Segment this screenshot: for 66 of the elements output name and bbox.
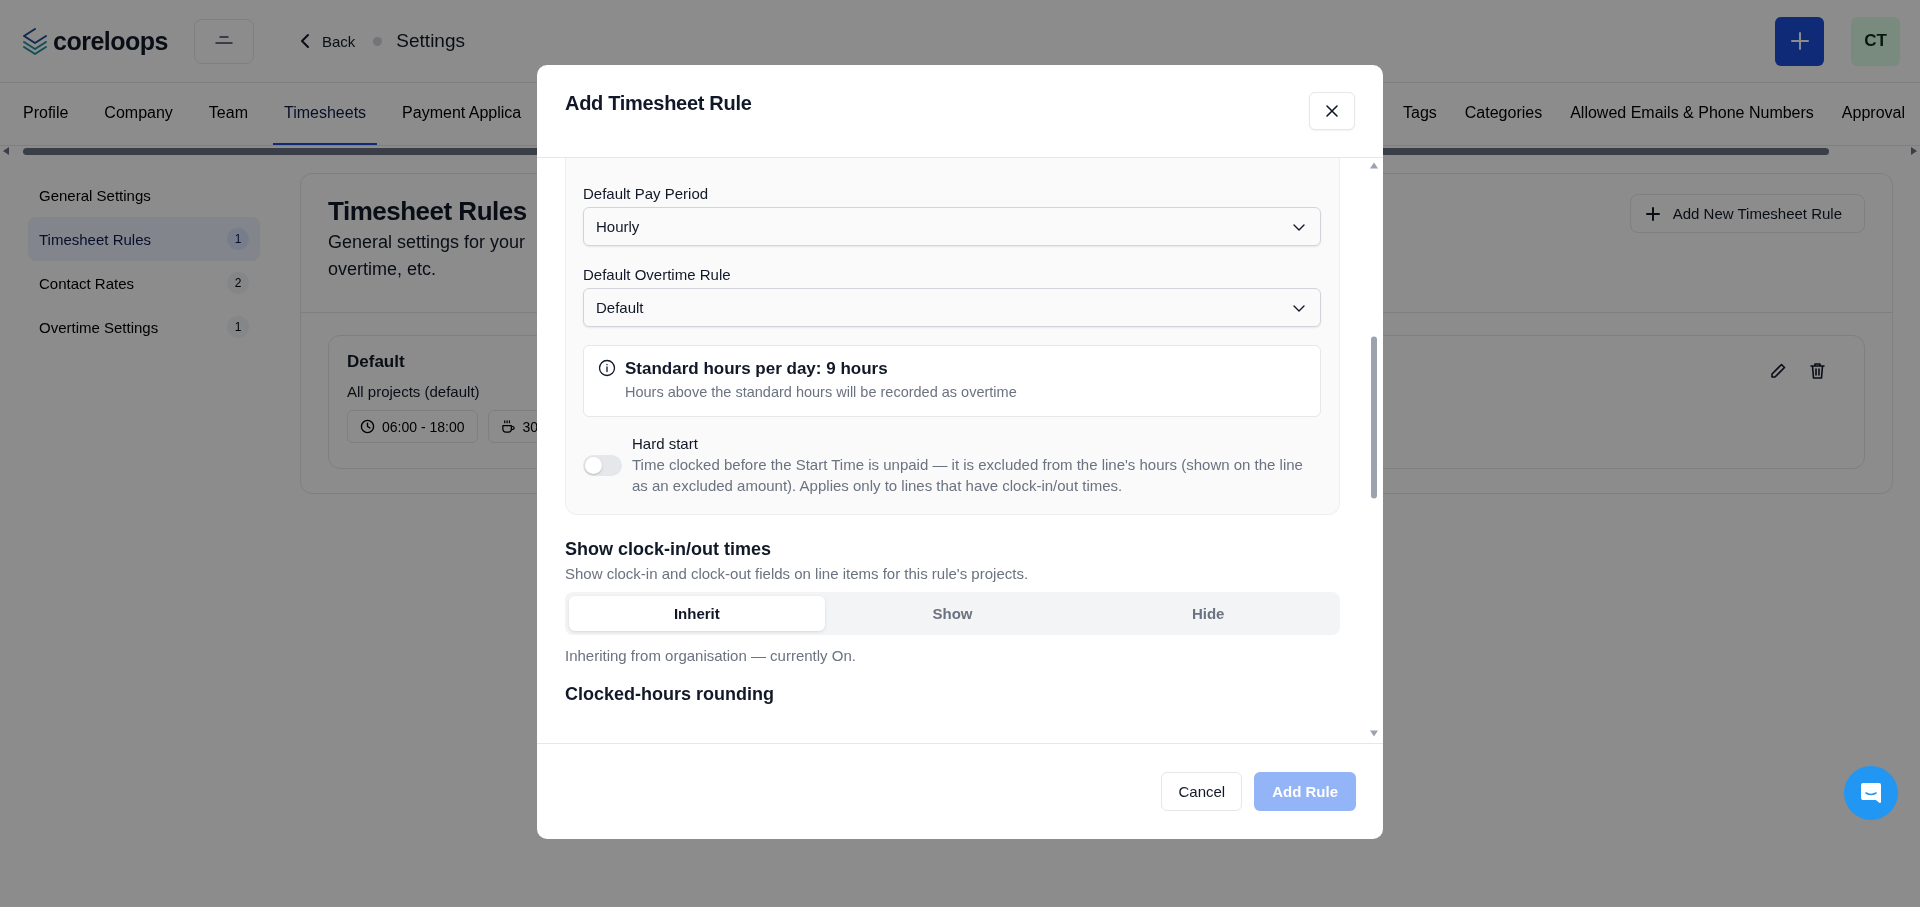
info-text: Hours above the standard hours will be recorded as overtime <box>625 384 1017 400</box>
settings-tab[interactable]: Allowed Emails & Phone Numbers <box>1559 83 1825 145</box>
info-icon <box>598 359 616 377</box>
toggle-switch[interactable] <box>583 455 622 476</box>
settings-tab[interactable]: Tags <box>1392 83 1448 145</box>
sidebar-item[interactable]: Timesheet Rules 1 <box>28 217 260 261</box>
sidebar-item[interactable]: Overtime Settings 1 <box>28 305 260 349</box>
breadcrumb-text: Settings <box>396 30 465 52</box>
panel-subtitle: General settings for your overtime, etc. <box>328 231 527 281</box>
count-badge: 2 <box>227 272 249 294</box>
settings-tab[interactable]: Team <box>197 83 259 145</box>
add-rule-button[interactable]: Add New Timesheet Rule <box>1629 194 1865 233</box>
settings-tab[interactable]: Profile <box>12 83 80 145</box>
dialog-title: Add Timesheet Rule <box>565 91 752 115</box>
scroll-left-arrow-icon <box>3 147 9 155</box>
section-description: Show clock-in and clock-out fields on line items for this rule's projects. <box>565 565 1030 582</box>
chat-button[interactable] <box>1844 766 1898 820</box>
trash-icon <box>1809 362 1826 380</box>
chat-bubble-icon <box>1859 781 1883 805</box>
settings-tab[interactable]: Categories <box>1453 83 1554 145</box>
scroll-right-arrow-icon <box>1911 147 1917 155</box>
toggle-description: Time clocked before the Start Time is unpaid — it is excluded from the line's hours (shown on the line as an excluded amount). Applies only to lines that have clock-in/out times. <box>632 455 1304 496</box>
rule-scope: All projects (default) <box>347 383 481 400</box>
brand-logo-text: coreloops <box>53 26 168 56</box>
settings-tab[interactable]: Approval <box>1830 83 1916 145</box>
inherit-note: Inheriting from organisation — currently On. <box>565 647 857 664</box>
sidebar-item-label: Timesheet Rules <box>39 230 151 248</box>
settings-tab[interactable]: Timesheets <box>272 83 378 145</box>
info-title: Standard hours per day: 9 hours <box>625 359 889 379</box>
close-button[interactable] <box>1309 92 1355 130</box>
section-title: Show clock-in/out times <box>565 539 773 560</box>
sidebar-item[interactable]: General Settings <box>28 173 260 217</box>
toggle-label: Hard start <box>632 435 699 452</box>
settings-tab[interactable]: Company <box>93 83 184 145</box>
layers-logo-icon <box>20 26 50 56</box>
add-button[interactable] <box>1775 16 1824 66</box>
segment-option[interactable]: Inherit <box>569 596 825 631</box>
section-title: Clocked-hours rounding <box>565 684 775 705</box>
separator-dot <box>373 36 383 46</box>
chevron-left-icon <box>298 32 312 50</box>
chip-text: 30 <box>522 418 539 435</box>
panel-title: Timesheet Rules <box>328 196 528 227</box>
cup-icon <box>500 419 516 434</box>
rule-name: Default <box>347 352 406 372</box>
count-badge: 1 <box>227 228 249 250</box>
segment-option[interactable]: Hide <box>1080 596 1336 631</box>
chip-text: 06:00 - 18:00 <box>382 418 465 435</box>
settings-tab[interactable]: Payment Applica <box>391 83 533 145</box>
cancel-button[interactable]: Cancel <box>1161 772 1243 811</box>
field-label: Default Pay Period <box>583 185 710 202</box>
select-field[interactable]: Hourly <box>583 207 1321 246</box>
sidebar-item-label: Contact Rates <box>39 274 135 292</box>
plus-icon <box>1644 205 1661 222</box>
user-avatar[interactable]: CT <box>1851 16 1900 66</box>
clock-icon <box>360 419 375 434</box>
plus-icon <box>1788 30 1811 52</box>
back-button[interactable]: Back <box>298 32 356 50</box>
close-icon <box>1325 104 1339 118</box>
pencil-icon <box>1769 362 1787 380</box>
sidebar-item-label: Overtime Settings <box>39 318 159 336</box>
field-label: Default Overtime Rule <box>583 266 732 283</box>
sidebar-item-label: General Settings <box>39 186 151 204</box>
segment-option[interactable]: Show <box>824 596 1081 631</box>
sidebar-item[interactable]: Contact Rates 2 <box>28 261 260 305</box>
select-field[interactable]: Default <box>583 288 1321 327</box>
count-badge: 1 <box>227 316 249 338</box>
